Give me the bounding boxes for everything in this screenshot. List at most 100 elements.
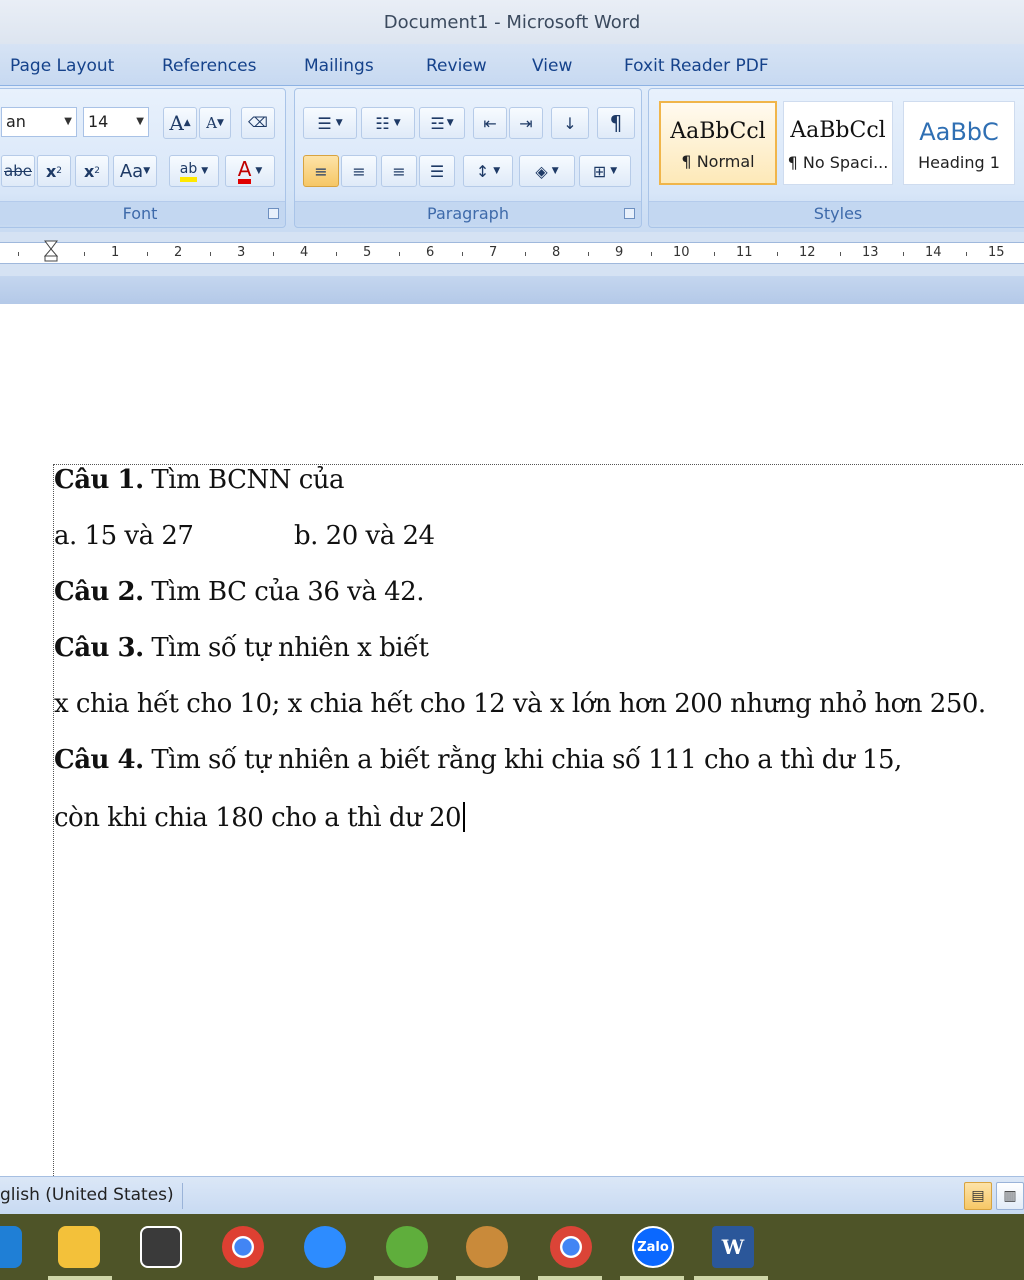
shrink-font-button[interactable]: A ▼ bbox=[199, 107, 231, 139]
paragraph-dialog-launcher[interactable] bbox=[624, 208, 635, 219]
zalo-icon[interactable]: Zalo bbox=[632, 1226, 674, 1268]
align-right-icon: ≡ bbox=[392, 161, 406, 181]
ruler-number: 1 bbox=[111, 245, 120, 260]
paint-icon[interactable] bbox=[466, 1226, 508, 1268]
bullets-button[interactable]: ☰ ▼ bbox=[303, 107, 357, 139]
font-color-icon: A bbox=[237, 159, 252, 184]
show-formatting-button[interactable]: ¶ bbox=[597, 107, 635, 139]
strikethrough-button[interactable]: abe bbox=[1, 155, 35, 187]
document-line: Câu 4. Tìm số tự nhiên a biết rằng khi c… bbox=[54, 745, 902, 775]
file-explorer-icon[interactable] bbox=[58, 1226, 100, 1268]
running-indicator bbox=[374, 1276, 438, 1280]
subscript-icon: x bbox=[45, 161, 57, 181]
font-name-combo[interactable]: an ▼ bbox=[1, 107, 77, 137]
ruler-tick bbox=[210, 252, 211, 256]
justify-button[interactable]: ☰ bbox=[419, 155, 455, 187]
ruler-tick bbox=[840, 252, 841, 256]
running-indicator bbox=[620, 1276, 684, 1280]
document-area[interactable]: Câu 1. Tìm BCNN của a. 15 và 27 b. 20 và… bbox=[0, 304, 1024, 1184]
sort-az-icon: ↓ bbox=[563, 113, 577, 133]
paragraph-group-label: Paragraph bbox=[295, 201, 641, 225]
ruler-number: 10 bbox=[673, 245, 690, 260]
ruler-number: 12 bbox=[799, 245, 816, 260]
ruler-number: 2 bbox=[174, 245, 183, 260]
style-sample: AaBbCcl bbox=[790, 118, 886, 143]
font-group: an ▼ 14 ▼ A▲ A▼ ⌫ abe x2 x2 Aa▼ ab▼ bbox=[0, 88, 286, 228]
font-color-button[interactable]: A ▼ bbox=[225, 155, 275, 187]
multilevel-list-button[interactable]: ☲ ▼ bbox=[419, 107, 465, 139]
corel-icon[interactable] bbox=[386, 1226, 428, 1268]
change-case-button[interactable]: Aa ▼ bbox=[113, 155, 157, 187]
borders-button[interactable]: ⊞ ▼ bbox=[579, 155, 631, 187]
decrease-indent-button[interactable]: ⇤ bbox=[473, 107, 507, 139]
style-sample: AaBbCcl bbox=[670, 119, 766, 144]
text-cursor bbox=[463, 802, 466, 832]
edge-icon[interactable] bbox=[0, 1226, 22, 1268]
font-dialog-launcher[interactable] bbox=[268, 208, 279, 219]
font-size-value: 14 bbox=[88, 112, 109, 131]
align-center-button[interactable]: ≡ bbox=[341, 155, 377, 187]
ruler-tick bbox=[903, 252, 904, 256]
store-icon[interactable] bbox=[140, 1226, 182, 1268]
tab-foxit-reader-pdf[interactable]: Foxit Reader PDF bbox=[624, 54, 769, 78]
align-right-button[interactable]: ≡ bbox=[381, 155, 417, 187]
page-gap bbox=[0, 276, 1024, 304]
word-icon[interactable]: W bbox=[712, 1226, 754, 1268]
superscript-icon: x bbox=[83, 161, 95, 181]
styles-group: AaBbCcl ¶ Normal AaBbCcl ¶ No Spaci... A… bbox=[648, 88, 1024, 228]
subscript-button[interactable]: x2 bbox=[37, 155, 71, 187]
document-text-box[interactable]: Câu 1. Tìm BCNN của a. 15 và 27 b. 20 và… bbox=[53, 464, 1024, 1184]
tab-page-layout[interactable]: Page Layout bbox=[10, 54, 114, 78]
full-screen-reading-button[interactable]: ▥ bbox=[996, 1182, 1024, 1210]
print-layout-icon: ▤ bbox=[971, 1188, 985, 1204]
highlight-button[interactable]: ab ▼ bbox=[169, 155, 219, 187]
ruler-number: 4 bbox=[300, 245, 309, 260]
numbering-button[interactable]: ☷ ▼ bbox=[361, 107, 415, 139]
align-left-icon: ≡ bbox=[314, 161, 328, 181]
increase-indent-button[interactable]: ⇥ bbox=[509, 107, 543, 139]
ruler-tick bbox=[651, 252, 652, 256]
line-spacing-icon: ↕ bbox=[475, 161, 490, 181]
tab-review[interactable]: Review bbox=[426, 54, 487, 78]
chrome-icon[interactable] bbox=[222, 1226, 264, 1268]
multilevel-list-icon: ☲ bbox=[430, 113, 445, 133]
shading-button[interactable]: ◈ ▼ bbox=[519, 155, 575, 187]
ruler-number: 7 bbox=[489, 245, 498, 260]
tab-references[interactable]: References bbox=[162, 54, 256, 78]
bullet-list-icon: ☰ bbox=[317, 113, 332, 133]
eraser-icon: ⌫ bbox=[248, 115, 268, 131]
increase-indent-icon: ⇥ bbox=[519, 113, 533, 133]
align-left-button[interactable]: ≡ bbox=[303, 155, 339, 187]
font-size-combo[interactable]: 14 ▼ bbox=[83, 107, 149, 137]
question-label: Câu 3. bbox=[54, 633, 144, 663]
ruler-number: 14 bbox=[925, 245, 942, 260]
question-label: Câu 2. bbox=[54, 577, 144, 607]
question-text: Tìm BCNN của bbox=[143, 465, 345, 495]
line-spacing-button[interactable]: ↕ ▼ bbox=[463, 155, 513, 187]
ruler-tick bbox=[18, 252, 19, 256]
ruler-number: 6 bbox=[426, 245, 435, 260]
style-normal[interactable]: AaBbCcl ¶ Normal bbox=[659, 101, 777, 185]
superscript-button[interactable]: x2 bbox=[75, 155, 109, 187]
font-name-value: an bbox=[6, 112, 26, 131]
zoom-icon[interactable] bbox=[304, 1226, 346, 1268]
clear-formatting-button[interactable]: ⌫ bbox=[241, 107, 275, 139]
ruler-tick bbox=[588, 252, 589, 256]
sort-button[interactable]: ↓ bbox=[551, 107, 589, 139]
indent-marker-icon[interactable] bbox=[44, 232, 58, 262]
answer-b-text: b. 20 và 24 bbox=[294, 521, 435, 551]
style-no-spacing[interactable]: AaBbCcl ¶ No Spaci... bbox=[783, 101, 893, 185]
tab-view[interactable]: View bbox=[532, 54, 572, 78]
chrome-profile-icon[interactable] bbox=[550, 1226, 592, 1268]
grow-font-button[interactable]: A ▲ bbox=[163, 107, 197, 139]
language-status[interactable]: glish (United States) bbox=[0, 1185, 174, 1205]
ruler-tick bbox=[777, 252, 778, 256]
justify-icon: ☰ bbox=[429, 161, 445, 181]
tab-mailings[interactable]: Mailings bbox=[304, 54, 374, 78]
ruler-number: 9 bbox=[615, 245, 624, 260]
chevron-down-icon: ▼ bbox=[136, 116, 144, 127]
running-indicator bbox=[456, 1276, 520, 1280]
zalo-label: Zalo bbox=[637, 1239, 669, 1255]
print-layout-view-button[interactable]: ▤ bbox=[964, 1182, 992, 1210]
style-heading-1[interactable]: AaBbC Heading 1 bbox=[903, 101, 1015, 185]
